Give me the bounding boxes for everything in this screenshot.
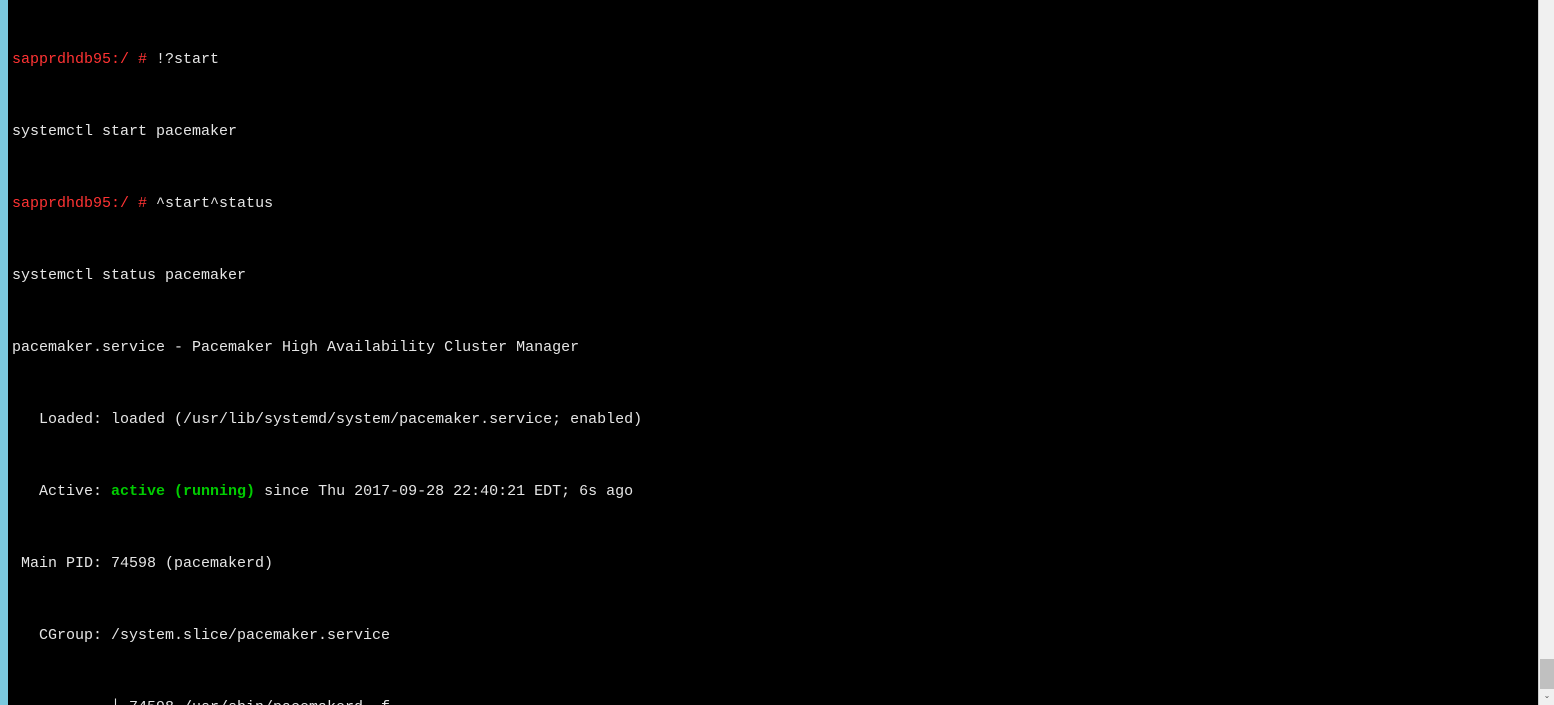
output-line: pacemaker.service - Pacemaker High Avail… — [12, 336, 1534, 360]
output-line: systemctl status pacemaker — [12, 264, 1534, 288]
prompt-line: sapprdhdb95:/ # ^start^status — [12, 192, 1534, 216]
output-line: Loaded: loaded (/usr/lib/systemd/system/… — [12, 408, 1534, 432]
status-active: active (running) — [111, 483, 255, 500]
command-text: ^start^status — [156, 195, 273, 212]
scrollbar[interactable]: ⌄ — [1538, 0, 1554, 705]
scrollbar-thumb[interactable] — [1540, 659, 1554, 689]
command-text: !?start — [156, 51, 219, 68]
terminal-window[interactable]: sapprdhdb95:/ # !?start systemctl start … — [8, 0, 1538, 705]
shell-prompt: sapprdhdb95:/ # — [12, 51, 147, 68]
active-time: since Thu 2017-09-28 22:40:21 EDT; 6s ag… — [255, 483, 633, 500]
active-status-line: Active: active (running) since Thu 2017-… — [12, 480, 1534, 504]
output-line: systemctl start pacemaker — [12, 120, 1534, 144]
prompt-line: sapprdhdb95:/ # !?start — [12, 48, 1534, 72]
cgroup-process: ├─74598 /usr/sbin/pacemakerd -f — [12, 696, 1534, 705]
scrollbar-down-button[interactable]: ⌄ — [1539, 689, 1554, 705]
output-line: Main PID: 74598 (pacemakerd) — [12, 552, 1534, 576]
shell-prompt: sapprdhdb95:/ # — [12, 195, 147, 212]
active-label: Active: — [12, 483, 111, 500]
output-line: CGroup: /system.slice/pacemaker.service — [12, 624, 1534, 648]
chevron-down-icon: ⌄ — [1544, 691, 1551, 704]
